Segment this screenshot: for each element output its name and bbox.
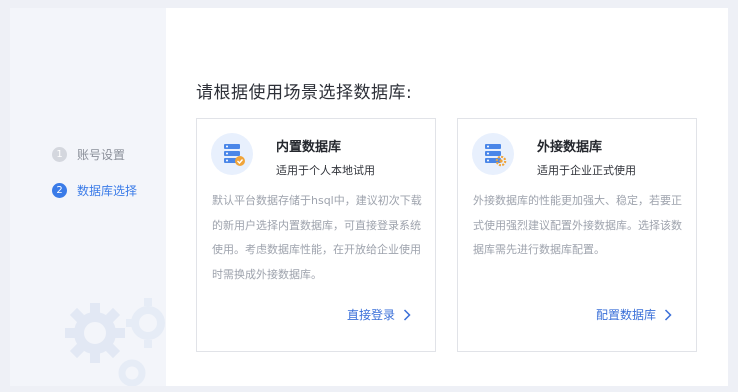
- direct-login-link[interactable]: 直接登录: [347, 306, 411, 323]
- card-subtitle: 适用于个人本地试用: [276, 164, 375, 177]
- chevron-right-icon: [403, 308, 411, 321]
- step-label: 账号设置: [77, 147, 126, 162]
- card-description: 外接数据库的性能更加强大、稳定，若要正式使用强烈建议配置外接数据库。选择该数据库…: [473, 194, 682, 256]
- configure-database-link[interactable]: 配置数据库: [596, 306, 672, 323]
- card-description: 默认平台数据存储于hsql中，建议初次下载的新用户选择内置数据库，可直接登录系统…: [212, 194, 422, 281]
- action-label: 配置数据库: [595, 308, 656, 322]
- card-title: 外接数据库: [537, 140, 603, 155]
- setup-window: 1 账号设置 2 数据库选择 请根据使用场景选择数据库: 内置数据库 适用于个人…: [10, 8, 728, 386]
- step-database-select[interactable]: 2 数据库选择: [52, 180, 137, 200]
- card-title: 内置数据库: [276, 140, 342, 155]
- database-gear-icon: [472, 133, 514, 175]
- step-number: 2: [52, 182, 67, 198]
- step-label: 数据库选择: [77, 183, 138, 198]
- step-number: 1: [52, 146, 67, 162]
- card-subtitle: 适用于企业正式使用: [537, 164, 636, 177]
- builtin-database-card[interactable]: 内置数据库 适用于个人本地试用 默认平台数据存储于hsql中，建议初次下载的新用…: [196, 118, 436, 352]
- step-account-settings[interactable]: 1 账号设置: [52, 144, 137, 164]
- database-check-icon: [211, 133, 253, 175]
- step-list: 1 账号设置 2 数据库选择: [52, 144, 137, 216]
- external-database-card[interactable]: 外接数据库 适用于企业正式使用 外接数据库的性能更加强大、稳定，若要正式使用强烈…: [457, 118, 697, 352]
- action-label: 直接登录: [346, 308, 395, 322]
- chevron-right-icon: [664, 308, 672, 321]
- gears-illustration-icon: [65, 298, 165, 386]
- sidebar: 1 账号设置 2 数据库选择: [10, 8, 166, 386]
- page-title: 请根据使用场景选择数据库:: [196, 83, 413, 103]
